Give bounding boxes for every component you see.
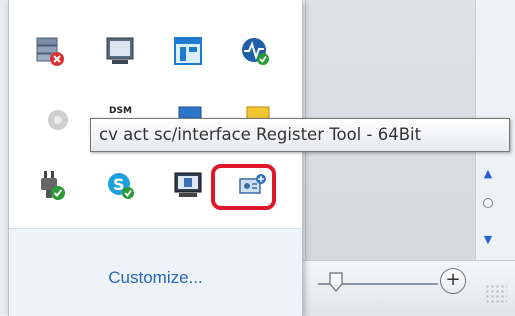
network-check-icon[interactable]	[239, 35, 271, 67]
resize-grip-icon[interactable]	[485, 284, 507, 304]
tooltip: cv act sc/interface Register Tool - 64Bi…	[90, 118, 510, 152]
dsm-label: DSM	[109, 106, 132, 116]
plug-check-icon[interactable]	[36, 169, 68, 201]
notification-overflow-panel: DSM S Customize...	[8, 0, 303, 316]
scroll-up-icon[interactable]: ▲	[482, 168, 494, 180]
skype-icon[interactable]: S	[105, 169, 137, 201]
zoom-slider-thumb[interactable]	[329, 272, 343, 292]
monitor-window-icon[interactable]	[104, 35, 136, 67]
gear-icon[interactable]	[44, 104, 76, 136]
scroll-down-icon[interactable]: ▼	[482, 234, 494, 246]
server-error-icon[interactable]	[34, 35, 66, 67]
customize-link[interactable]: Customize...	[9, 268, 302, 288]
highlight-box	[211, 164, 276, 210]
zoom-in-button[interactable]: +	[440, 268, 466, 294]
tray-footer: Customize...	[9, 228, 302, 316]
tooltip-text: cv act sc/interface Register Tool - 64Bi…	[99, 125, 422, 144]
app-tiles-icon[interactable]	[172, 35, 204, 67]
scroll-dot-icon[interactable]	[483, 198, 493, 208]
scroll-controls: ▲ ▼	[476, 160, 498, 255]
monitor-device-icon[interactable]	[172, 169, 204, 201]
desktop-edge	[0, 0, 8, 315]
